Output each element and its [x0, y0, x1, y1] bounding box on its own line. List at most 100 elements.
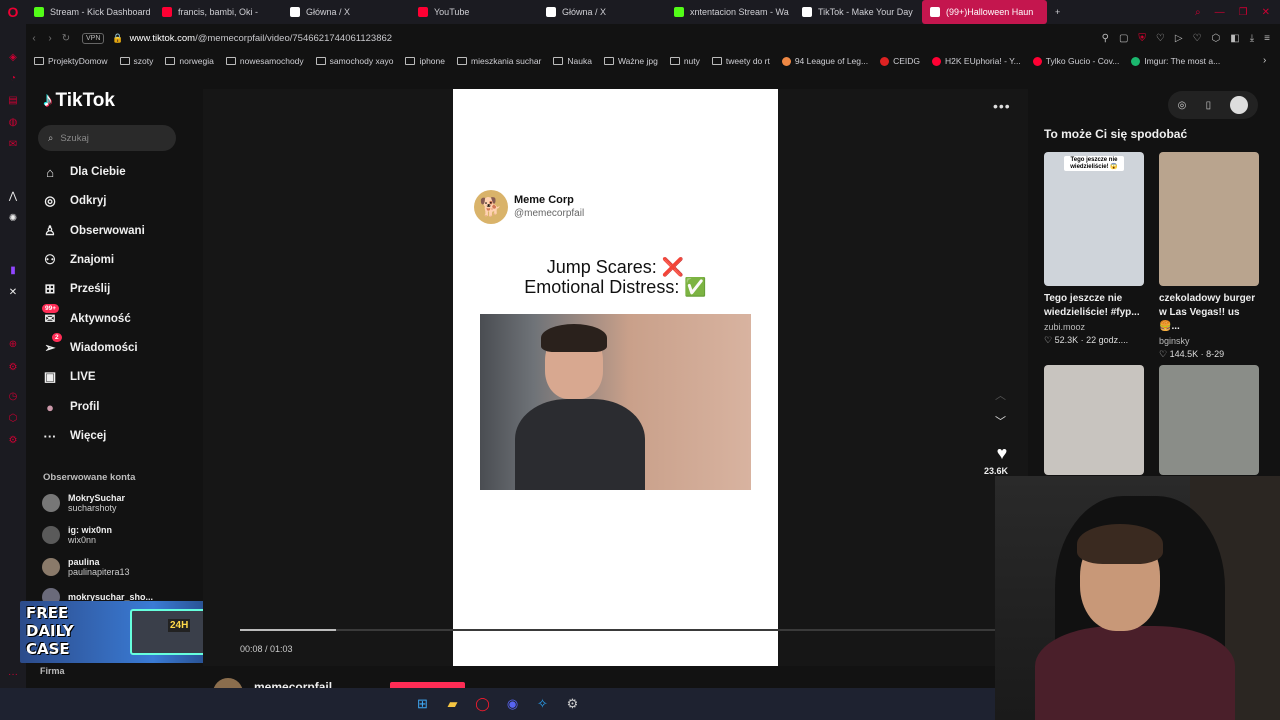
followed-account[interactable]: ig: wix0nn wix0nn	[42, 525, 112, 545]
opera-logo-icon[interactable]: O	[0, 0, 26, 24]
more-options-icon[interactable]: •••	[993, 98, 1011, 114]
bookmark-item[interactable]: nuty	[669, 56, 700, 66]
pin-icon[interactable]: ⚲	[1102, 33, 1109, 44]
bookmark-item[interactable]: mieszkania suchar	[457, 56, 541, 66]
player-rail-icon[interactable]: ⊕	[7, 338, 19, 350]
bookmark-item[interactable]: tweety do rt	[711, 56, 770, 66]
x-rail-icon[interactable]: ✕	[7, 286, 19, 298]
nav-item[interactable]: ✉ 99+ Aktywność	[42, 304, 131, 327]
vpn-badge[interactable]: VPN	[82, 32, 105, 44]
twitch-rail-icon[interactable]: ▮	[7, 264, 19, 276]
ai-rail-icon[interactable]: ⋀	[7, 190, 19, 202]
bookmark-item[interactable]: szoty	[119, 56, 153, 66]
nav-item[interactable]: ● Profil	[42, 399, 99, 415]
next-video-icon[interactable]: ﹀	[995, 413, 1006, 429]
settings-rail-icon[interactable]: ⚙	[7, 361, 19, 373]
bookmark-item[interactable]: samochody xayo	[315, 56, 393, 66]
author-avatar[interactable]	[213, 678, 243, 688]
bookmark-item[interactable]: CEIDG	[880, 56, 920, 66]
author-username[interactable]: memecorpfail	[254, 680, 332, 688]
messenger-icon[interactable]: ✧	[533, 694, 553, 714]
play-icon[interactable]: ▷	[1175, 33, 1183, 44]
search-tabs-icon[interactable]: ⌕	[1195, 7, 1201, 18]
footer-company-link[interactable]: Firma	[40, 666, 65, 676]
download-icon[interactable]: ⤓	[1250, 33, 1254, 44]
bookmark-item[interactable]: ProjektyDomow	[34, 56, 108, 66]
like-heart-icon[interactable]: ♥	[988, 443, 1016, 464]
browser-tab[interactable]: Główna / X	[538, 0, 666, 24]
steam-icon[interactable]: ⚙	[563, 694, 583, 714]
nav-item[interactable]: ⌂ Dla Ciebie	[42, 164, 126, 180]
browser-tab[interactable]: TikTok - Make Your Day	[794, 0, 922, 24]
snapshot-icon[interactable]: ▢	[1119, 33, 1128, 44]
wallet-icon[interactable]: ◧	[1230, 33, 1239, 44]
bookmark-item[interactable]: iphone	[405, 56, 445, 66]
browser-tab[interactable]: francis, bambi, Oki -	[154, 0, 282, 24]
recommended-video[interactable]	[1044, 365, 1144, 475]
reload-icon[interactable]: ↻	[58, 33, 74, 44]
browser-tab[interactable]: YouTube	[410, 0, 538, 24]
nav-item[interactable]: ◎ Odkryj	[42, 193, 106, 209]
forward-icon[interactable]: ›	[42, 33, 58, 44]
bookmark-item[interactable]: Ważne jpg	[603, 56, 658, 66]
speed-dial-icon[interactable]: ◔	[7, 72, 19, 84]
tiktok-logo[interactable]: ♪ TikTok	[43, 90, 115, 112]
menu-icon[interactable]: ≡	[1264, 33, 1270, 44]
minimize-icon[interactable]: —	[1215, 7, 1225, 18]
heart-icon[interactable]: ♡	[1193, 33, 1202, 44]
nav-item[interactable]: ♙ Obserwowani	[42, 223, 145, 239]
browser-tab[interactable]: Stream - Kick Dashboard	[26, 0, 154, 24]
extensions-icon[interactable]: ⬡	[1212, 33, 1221, 44]
compass-small-icon[interactable]: ◎	[1178, 100, 1187, 111]
video-player[interactable]: 🐕 Meme Corp @memecorpfail Jump Scares: ❌…	[453, 89, 778, 666]
history-rail-icon[interactable]: ◷	[7, 390, 19, 402]
url-field[interactable]: www.tiktok.com/@memecorpfail/video/75466…	[130, 33, 392, 44]
back-icon[interactable]: ‹	[26, 33, 42, 44]
more-rail-icon[interactable]: ···	[7, 668, 19, 680]
browser-tab[interactable]: Główna / X	[282, 0, 410, 24]
device-icon[interactable]: ▯	[1206, 100, 1212, 111]
followed-account[interactable]: MokrySuchar sucharshoty	[42, 493, 125, 513]
windows-taskbar: ⊞ ▰ ◯ ◉ ✧ ⚙	[0, 688, 995, 720]
recommended-video[interactable]: Tego jeszcze nie wiedzieliście! 😱 Tego je…	[1044, 152, 1144, 346]
nav-item[interactable]: ➢ 2 Wiadomości	[42, 333, 138, 356]
browser-tab[interactable]: (99+)Halloween Haun	[922, 0, 1047, 24]
nav-item[interactable]: ⊞ Prześlij	[42, 281, 111, 297]
opera-taskbar-icon[interactable]: ◯	[473, 694, 493, 714]
recommended-video[interactable]	[1159, 365, 1259, 475]
recommended-video[interactable]: czekoladowy burger w Las Vegas!! us🍔... b…	[1159, 152, 1259, 360]
gear-icon[interactable]: ⚙	[7, 434, 19, 446]
user-avatar[interactable]	[1230, 96, 1249, 114]
nav-item[interactable]: ··· Więcej	[42, 428, 107, 444]
shield-icon[interactable]: ⛨	[1138, 33, 1146, 44]
extensions-rail-icon[interactable]: ⬡	[7, 412, 19, 424]
search-input[interactable]: ⌕ Szukaj	[38, 125, 176, 151]
windows-start-icon[interactable]: ⊞	[413, 694, 433, 714]
bookmark-item[interactable]: 94 League of Leg...	[781, 56, 868, 66]
messenger-rail-icon[interactable]: ◍	[7, 116, 19, 128]
maximize-icon[interactable]: ❐	[1239, 7, 1248, 18]
bookmark-item[interactable]: Nauka	[553, 56, 592, 66]
new-tab-button[interactable]: +	[1047, 0, 1068, 24]
followed-account[interactable]: paulina paulinapitera13	[42, 557, 130, 577]
wallet-rail-icon[interactable]: ▤	[7, 94, 19, 106]
meme-person	[515, 324, 645, 490]
chatgpt-rail-icon[interactable]: ✺	[7, 212, 19, 224]
mail-rail-icon[interactable]: ✉	[7, 138, 19, 150]
discord-icon[interactable]: ◉	[503, 694, 523, 714]
nav-item[interactable]: ⚇ Znajomi	[42, 252, 114, 268]
bookmark-item[interactable]: Tylko Gucio - Cov...	[1032, 56, 1119, 66]
bookmark-item[interactable]: nowesamochody	[225, 56, 304, 66]
file-explorer-icon[interactable]: ▰	[443, 694, 463, 714]
nav-item[interactable]: ▣ LIVE	[42, 369, 96, 385]
close-window-icon[interactable]: ✕	[1262, 7, 1270, 18]
aria-icon[interactable]: ◈	[7, 51, 19, 63]
bookmarks-overflow-icon[interactable]: ›	[1263, 55, 1266, 66]
bookmark-icon[interactable]: ♡	[1156, 33, 1165, 44]
bookmark-item[interactable]: norwegia	[165, 56, 214, 66]
previous-video-icon[interactable]: ︿	[995, 387, 1006, 403]
bookmark-item[interactable]: Imgur: The most a...	[1131, 56, 1220, 66]
bookmark-item[interactable]: H2K EUphoria! - Y...	[932, 56, 1021, 66]
browser-tab[interactable]: xntentacion Stream - Wa	[666, 0, 794, 24]
video-progress-bar[interactable]	[240, 629, 995, 631]
